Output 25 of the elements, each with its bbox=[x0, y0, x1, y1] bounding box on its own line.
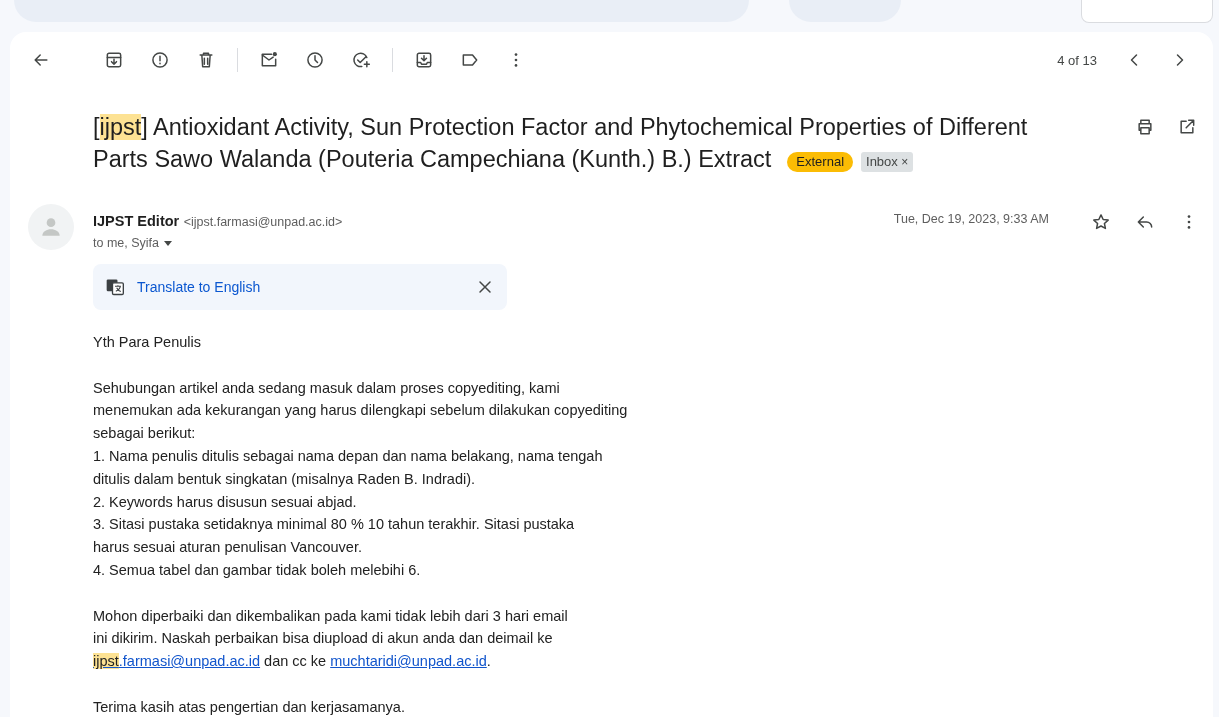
message-date: Tue, Dec 19, 2023, 9:33 AM bbox=[893, 212, 1049, 226]
body-paragraph: Sehubungan artikel anda sedang masuk dalam proses copyediting, kami menemukan ada kekurangan yang harus dilengkapi sebelum dilakukan copyediting sebagai berikut: 1. Nama penulis ditulis sebagai nama depan dan nama belakang, nama tengah ditulis dalam bentuk singkatan (misalnya Raden B. Indradi). 2. Keywords harus disusun sesuai abjad. 3. Sitasi pustaka setidaknya minimal 80 % 10 tahun terakhir. Sitasi pustaka harus sesuai aturan penulisan Vancouver. 4. Semua tabel dan gambar tidak boleh melebihi 6. bbox=[93, 378, 628, 580]
move-to-icon[interactable] bbox=[414, 50, 434, 70]
external-label: External bbox=[787, 152, 854, 172]
email-link[interactable]: muchtaridi@unpad.ac.id bbox=[330, 653, 487, 670]
star-icon[interactable] bbox=[1091, 212, 1111, 232]
dropdown-caret-icon[interactable] bbox=[163, 238, 173, 248]
body-paragraph: Yth Para Penulis bbox=[93, 333, 201, 352]
check-plus-icon[interactable] bbox=[351, 50, 371, 70]
report-icon[interactable] bbox=[150, 50, 170, 70]
recipients: to me, Syifa bbox=[93, 236, 159, 250]
open-new-window-icon[interactable] bbox=[1177, 117, 1197, 137]
inbox-label[interactable]: Inbox × bbox=[861, 152, 914, 172]
translate-link[interactable]: Translate to English bbox=[137, 279, 475, 295]
sender-name: IJPST Editor bbox=[93, 213, 180, 229]
email-link[interactable]: ijpst.farmasi@unpad.ac.id bbox=[93, 653, 261, 670]
clock-icon[interactable] bbox=[305, 50, 325, 70]
envelope-dot-icon[interactable] bbox=[259, 50, 279, 70]
archive-icon[interactable] bbox=[104, 50, 124, 70]
print-icon[interactable] bbox=[1135, 117, 1155, 137]
translate-icon bbox=[105, 277, 125, 297]
body-paragraph: Mohon diperbaiki dan dikembalikan pada kami tidak lebih dari 3 hari email ini dikirim. Naskah perbaikan bisa diupload di akun anda dan deimail ke ijpst.farmasi@unpad.ac.id dan cc ke muchtaridi@unpad.ac.id. bbox=[93, 606, 568, 672]
sender-email: <ijpst.farmasi@unpad.ac.id> bbox=[183, 215, 343, 229]
message-counter: 4 of 13 bbox=[1057, 52, 1097, 68]
body-paragraph: Terima kasih atas pengertian dan kerjasamanya. bbox=[93, 697, 405, 717]
